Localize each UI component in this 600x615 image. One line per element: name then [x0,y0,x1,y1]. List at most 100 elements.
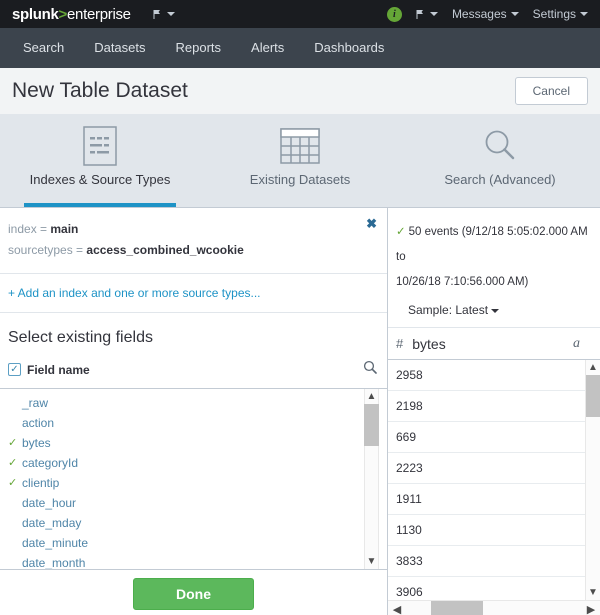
search-icon[interactable] [363,360,377,379]
events-range-line-2: 10/26/18 7:10:56.000 AM) [396,276,528,288]
messages-label: Messages [452,7,507,21]
settings-label: Settings [533,7,576,21]
select-fields-heading: Select existing fields [0,313,387,357]
table-row[interactable]: 3906 [388,577,600,600]
column-name-label: bytes [412,336,445,352]
field-list-scrollbar[interactable]: ▲ ▼ [364,389,379,569]
scroll-down-icon[interactable]: ▼ [586,585,600,600]
chevron-down-icon [511,12,519,16]
list-item[interactable]: action [0,413,387,433]
scrollbar-thumb[interactable] [364,404,379,446]
field-name-header-row: ✓ Field name [0,357,387,389]
list-item[interactable]: ✓ bytes [0,433,387,453]
nav-item-reports[interactable]: Reports [161,28,237,68]
nav-item-datasets[interactable]: Datasets [79,28,160,68]
field-check-icon: ✓ [8,438,22,449]
page-title-bar: New Table Dataset Cancel [0,68,600,115]
list-item[interactable]: date_month [0,553,387,569]
events-range-line-2-row: 10/26/18 7:10:56.000 AM) [396,270,590,295]
events-summary: ✓50 events (9/12/18 5:05:02.000 AM to 10… [388,208,600,328]
field-check-icon: ✓ [8,478,22,489]
chevron-down-icon [491,309,499,313]
chevron-down-icon [167,12,175,16]
scroll-up-icon[interactable]: ▲ [586,360,600,375]
list-item[interactable]: ✓ clientip [0,473,387,493]
sample-selector[interactable]: Sample: Latest [396,295,590,317]
chevron-down-icon [430,12,438,16]
activity-flag-icon [416,9,428,20]
splunk-logo[interactable]: splunk>enterprise [12,6,131,23]
table-vertical-scrollbar[interactable]: ▲ ▼ [585,360,600,600]
tab-label-indexes: Indexes & Source Types [30,172,171,187]
scroll-down-icon[interactable]: ▼ [364,554,379,569]
tab-existing-datasets[interactable]: Existing Datasets [200,115,400,207]
table-horizontal-scrollbar[interactable]: ◀ ▶ [388,600,600,615]
cancel-button[interactable]: Cancel [515,77,588,105]
top-bar: splunk>enterprise i Messages Settings [0,0,600,28]
source-type-tabs: Indexes & Source Types Existing Datasets… [0,115,600,207]
sample-label: Sample: Latest [408,303,488,317]
field-label: bytes [22,436,51,450]
field-label: date_month [22,556,85,569]
sourcetypes-key-label: sourcetypes = [8,243,83,257]
settings-menu[interactable]: Settings [533,7,588,21]
activity-icon[interactable] [416,9,438,20]
messages-menu[interactable]: Messages [452,7,519,21]
table-rows-container: 2958 2198 669 2223 1911 1130 3833 3906 9… [388,360,600,600]
table-row[interactable]: 669 [388,422,600,453]
nav-item-dashboards[interactable]: Dashboards [299,28,399,68]
text-type-icon: a [573,336,592,352]
table-row[interactable]: 2958 [388,360,600,391]
table-row[interactable]: 1130 [388,515,600,546]
main-body: index = main sourcetypes = access_combin… [0,207,600,615]
logo-splunk-text: splunk [12,6,59,23]
main-nav: Search Datasets Reports Alerts Dashboard… [0,28,600,68]
events-range-line-1: 50 events (9/12/18 5:05:02.000 AM to [396,226,588,263]
scroll-right-icon[interactable]: ▶ [582,601,600,615]
app-picker-icon[interactable] [153,9,175,20]
scrollbar-thumb[interactable] [431,601,484,615]
index-selection-box: index = main sourcetypes = access_combin… [0,208,387,274]
field-label: date_mday [22,516,81,530]
events-count-line: ✓50 events (9/12/18 5:05:02.000 AM to [396,220,590,270]
list-item[interactable]: date_minute [0,533,387,553]
scroll-up-icon[interactable]: ▲ [364,389,379,404]
chevron-down-icon [580,12,588,16]
topbar-right-group: i Messages Settings [387,7,588,22]
info-icon[interactable]: i [387,7,402,22]
check-icon: ✓ [396,226,406,238]
list-item[interactable]: date_hour [0,493,387,513]
scrollbar-thumb[interactable] [586,375,600,417]
field-list-container: _raw action ✓ bytes ✓ categoryId ✓ clien… [0,389,387,569]
table-column-header[interactable]: # bytes a [388,328,600,360]
index-key-label: index = [8,222,47,236]
tab-indexes-source-types[interactable]: Indexes & Source Types [0,115,200,207]
field-name-header-label: Field name [27,363,90,377]
nav-item-alerts[interactable]: Alerts [236,28,299,68]
sourcetypes-value: access_combined_wcookie [86,243,243,257]
list-item[interactable]: _raw [0,393,387,413]
table-row[interactable]: 1911 [388,484,600,515]
field-label: categoryId [22,456,78,470]
table-row[interactable]: 3833 [388,546,600,577]
tab-label-existing-datasets: Existing Datasets [250,172,350,187]
list-item[interactable]: ✓ categoryId [0,453,387,473]
list-item[interactable]: date_mday [0,513,387,533]
logo-enterprise-text: enterprise [67,6,131,23]
field-check-icon: ✓ [8,458,22,469]
scrollbar-track[interactable] [406,601,582,615]
table-row[interactable]: 2223 [388,453,600,484]
field-label: date_minute [22,536,88,550]
tab-search-advanced[interactable]: Search (Advanced) [400,115,600,207]
select-all-fields-checkbox[interactable]: ✓ [8,363,21,376]
close-icon[interactable]: ✖ [366,217,377,230]
table-row[interactable]: 2198 [388,391,600,422]
nav-item-search[interactable]: Search [8,28,79,68]
table-grid-icon [280,123,320,169]
done-button[interactable]: Done [133,578,254,610]
magnifier-icon [480,123,520,169]
done-bar: Done [0,569,387,615]
scroll-left-icon[interactable]: ◀ [388,601,406,615]
add-index-link[interactable]: + Add an index and one or more source ty… [0,274,387,313]
field-label: _raw [22,396,48,410]
